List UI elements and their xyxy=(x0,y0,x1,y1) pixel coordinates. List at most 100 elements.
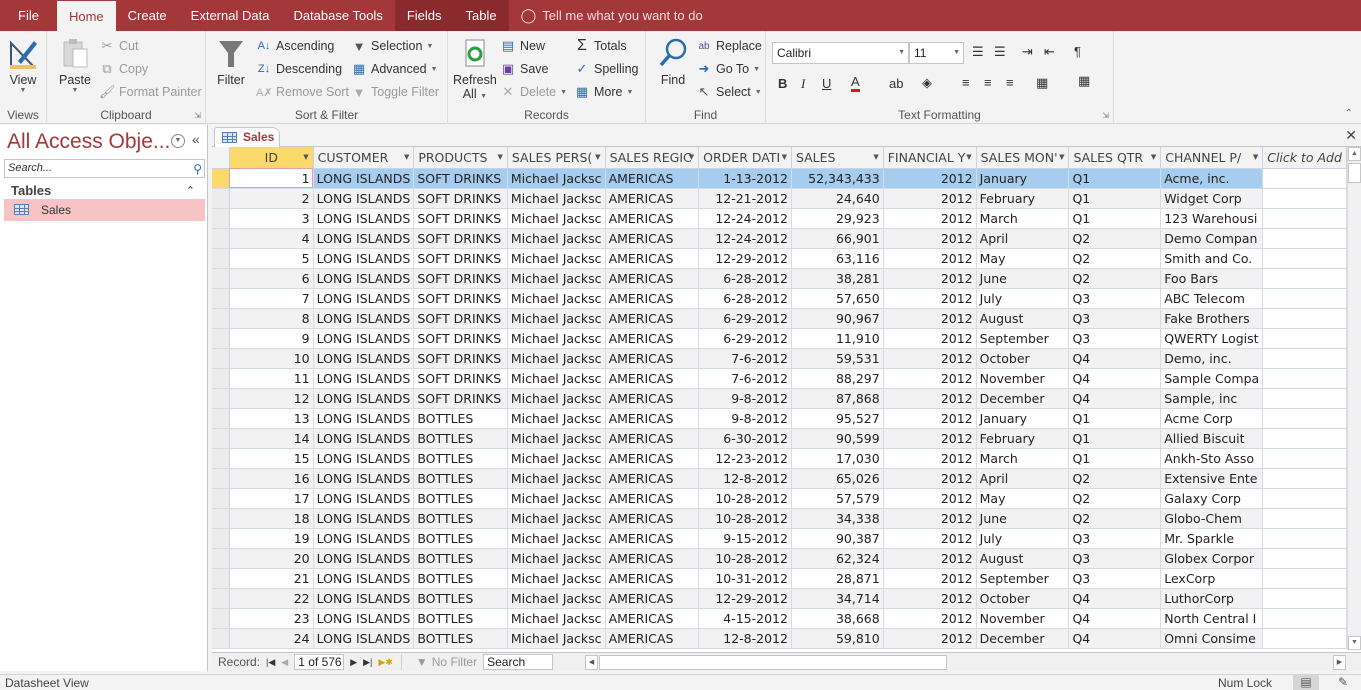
table-cell[interactable]: LONG ISLANDS xyxy=(313,528,415,549)
paragraph-direction-icon[interactable]: ¶ xyxy=(1074,44,1081,59)
table-cell[interactable]: 1-13-2012 xyxy=(698,168,792,189)
column-filter-dropdown-icon[interactable]: ▼ xyxy=(595,147,600,167)
table-row[interactable]: 10 LONG ISLANDS SOFT DRINKS Michael Jacksc A… xyxy=(212,348,1347,369)
table-row[interactable]: 23 LONG ISLANDS BOTTLES Michael Jacksc AMERI… xyxy=(212,608,1347,629)
table-cell-empty[interactable] xyxy=(1262,488,1347,509)
record-selector[interactable] xyxy=(212,548,230,569)
table-cell[interactable]: Q3 xyxy=(1068,288,1162,309)
table-cell[interactable]: Foo Bars xyxy=(1160,268,1264,289)
column-header[interactable]: CUSTOMER ▼ xyxy=(313,147,415,169)
table-cell[interactable]: LONG ISLANDS xyxy=(313,348,415,369)
table-cell[interactable]: AMERICAS xyxy=(605,228,700,249)
table-cell[interactable]: AMERICAS xyxy=(605,348,700,369)
table-row[interactable]: 7 LONG ISLANDS SOFT DRINKS Michael Jacksc AM… xyxy=(212,288,1347,309)
nav-search-input[interactable]: Search... ⚲ xyxy=(4,159,205,178)
table-cell[interactable]: LONG ISLANDS xyxy=(313,208,415,229)
table-cell[interactable]: ABC Telecom xyxy=(1160,288,1264,309)
table-cell[interactable]: 16 xyxy=(229,468,314,489)
table-cell[interactable]: LexCorp xyxy=(1160,568,1264,589)
table-cell[interactable]: Globex Corpor xyxy=(1160,548,1264,569)
tell-me-box[interactable]: ◯ Tell me what you want to do xyxy=(509,0,715,31)
table-cell[interactable]: September xyxy=(976,328,1070,349)
table-cell[interactable]: Michael Jacksc xyxy=(507,228,606,249)
table-cell[interactable]: 11,910 xyxy=(791,328,884,349)
table-cell[interactable]: Q2 xyxy=(1068,228,1162,249)
table-cell[interactable]: LONG ISLANDS xyxy=(313,168,415,189)
table-cell-empty[interactable] xyxy=(1262,268,1347,289)
table-cell[interactable]: 6 xyxy=(229,268,314,289)
table-cell[interactable]: November xyxy=(976,368,1070,389)
table-cell-empty[interactable] xyxy=(1262,508,1347,529)
table-cell[interactable]: Q2 xyxy=(1068,248,1162,269)
table-cell-empty[interactable] xyxy=(1262,568,1347,589)
table-cell[interactable]: AMERICAS xyxy=(605,488,700,509)
column-filter-dropdown-icon[interactable]: ▼ xyxy=(303,147,308,167)
table-cell[interactable]: January xyxy=(976,408,1070,429)
table-cell[interactable]: Sample, inc xyxy=(1160,388,1264,409)
table-cell[interactable]: October xyxy=(976,348,1070,369)
table-cell[interactable]: Michael Jacksc xyxy=(507,308,606,329)
alternate-row-color-icon[interactable]: ▦ xyxy=(1078,73,1090,89)
table-cell[interactable]: 28,871 xyxy=(791,568,884,589)
column-filter-dropdown-icon[interactable]: ▼ xyxy=(1151,147,1156,167)
align-right-icon[interactable]: ≡ xyxy=(1006,75,1014,90)
record-selector[interactable] xyxy=(212,368,230,389)
table-cell[interactable]: BOTTLES xyxy=(413,588,508,609)
delete-button[interactable]: ✕ Delete ▼ xyxy=(500,82,568,102)
font-color-button[interactable]: A xyxy=(851,75,860,92)
spelling-button[interactable]: ✓ Spelling xyxy=(574,59,639,79)
record-search-input[interactable]: Search xyxy=(483,654,554,670)
table-cell[interactable]: 2012 xyxy=(883,408,977,429)
table-cell[interactable]: Q1 xyxy=(1068,188,1162,209)
table-cell[interactable]: 10 xyxy=(229,348,314,369)
table-cell[interactable]: AMERICAS xyxy=(605,468,700,489)
table-cell[interactable]: 63,116 xyxy=(791,248,884,269)
tab-file[interactable]: File xyxy=(0,0,57,31)
table-cell[interactable]: 10-28-2012 xyxy=(698,548,792,569)
table-cell[interactable]: SOFT DRINKS xyxy=(413,228,508,249)
table-cell[interactable]: 12-23-2012 xyxy=(698,448,792,469)
table-cell[interactable]: Q1 xyxy=(1068,448,1162,469)
table-cell-empty[interactable] xyxy=(1262,228,1347,249)
record-selector[interactable] xyxy=(212,348,230,369)
table-cell[interactable]: LONG ISLANDS xyxy=(313,328,415,349)
table-row[interactable]: 18 LONG ISLANDS BOTTLES Michael Jacksc AMERI… xyxy=(212,508,1347,529)
table-cell[interactable]: 52,343,433 xyxy=(791,168,884,189)
font-size-dropdown[interactable]: 11 ▼ xyxy=(909,42,964,64)
table-cell[interactable]: May xyxy=(976,488,1070,509)
table-cell[interactable]: 23 xyxy=(229,608,314,629)
table-cell[interactable]: SOFT DRINKS xyxy=(413,348,508,369)
tab-fields[interactable]: Fields xyxy=(394,0,454,31)
table-cell[interactable]: AMERICAS xyxy=(605,268,700,289)
table-cell[interactable]: AMERICAS xyxy=(605,588,700,609)
scroll-right-icon[interactable]: ▶ xyxy=(1333,655,1346,670)
table-cell[interactable]: 18 xyxy=(229,508,314,529)
table-cell[interactable]: April xyxy=(976,228,1070,249)
table-cell[interactable]: 66,901 xyxy=(791,228,884,249)
table-cell[interactable]: Q2 xyxy=(1068,268,1162,289)
gridlines-icon[interactable]: ▦ xyxy=(1036,75,1048,91)
table-cell[interactable]: July xyxy=(976,528,1070,549)
table-cell[interactable]: Michael Jacksc xyxy=(507,168,606,189)
table-cell-empty[interactable] xyxy=(1262,188,1347,209)
table-cell[interactable]: 10-28-2012 xyxy=(698,488,792,509)
table-cell[interactable]: Michael Jacksc xyxy=(507,288,606,309)
first-record-icon[interactable]: |◀ xyxy=(266,657,275,668)
table-cell[interactable]: BOTTLES xyxy=(413,568,508,589)
table-cell[interactable]: BOTTLES xyxy=(413,468,508,489)
table-cell[interactable]: Mr. Sparkle xyxy=(1160,528,1264,549)
toggle-filter-button[interactable]: ▼ Toggle Filter xyxy=(351,82,440,102)
table-cell[interactable]: AMERICAS xyxy=(605,328,700,349)
column-filter-dropdown-icon[interactable]: ▼ xyxy=(782,147,787,167)
table-cell[interactable]: AMERICAS xyxy=(605,408,700,429)
table-cell[interactable]: Michael Jacksc xyxy=(507,368,606,389)
scroll-thumb[interactable] xyxy=(1348,163,1361,183)
table-cell[interactable]: AMERICAS xyxy=(605,388,700,409)
table-cell[interactable]: BOTTLES xyxy=(413,508,508,529)
table-row[interactable]: 4 LONG ISLANDS SOFT DRINKS Michael Jacksc AM… xyxy=(212,228,1347,249)
record-selector[interactable] xyxy=(212,608,230,629)
table-cell-empty[interactable] xyxy=(1262,388,1347,409)
table-cell[interactable]: Michael Jacksc xyxy=(507,448,606,469)
table-cell[interactable]: May xyxy=(976,248,1070,269)
nav-section-tables[interactable]: Tables ⌃ xyxy=(4,181,205,201)
